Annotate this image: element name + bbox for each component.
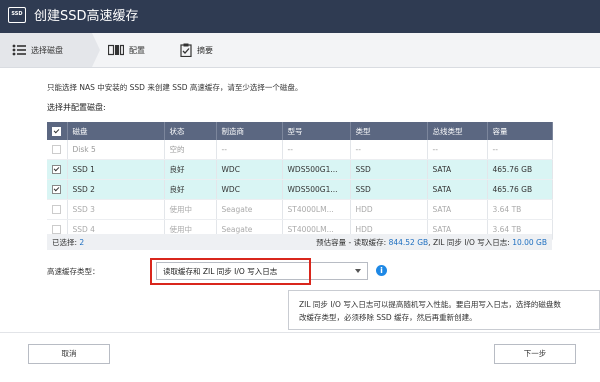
disk-vendor: WDC (216, 159, 283, 180)
step-label-select-disks: 选择磁盘 (31, 45, 63, 55)
selected-label: 已选择: (52, 238, 78, 247)
disk-model: WDS500G1... (282, 179, 351, 200)
table-header-row: 磁盘 状态 制造商 型号 类型 总线类型 容量 (47, 122, 553, 140)
disk-type: SSD (350, 179, 428, 200)
disk-name: SSD 3 (67, 199, 165, 220)
column-header-bus[interactable]: 总线类型 (427, 122, 488, 140)
disk-capacity: 465.76 GB (487, 159, 553, 180)
step-summary: 摘要 (180, 33, 213, 67)
title-bar: SSD 创建SSD高速缓存 (0, 0, 600, 33)
cancel-button[interactable]: 取消 (28, 344, 110, 364)
disk-type: HDD (350, 199, 428, 220)
disk-capacity: 3.64 TB (487, 199, 553, 220)
disk-type: -- (350, 140, 428, 160)
row-checkbox[interactable] (52, 185, 61, 195)
row-checkbox[interactable] (52, 145, 61, 155)
cache-mode-tooltip: ZIL 同步 I/O 写入日志可以提高随机写入性能。要启用写入日志，选择的磁盘数… (288, 290, 600, 330)
disk-capacity: 465.76 GB (487, 179, 553, 200)
select-all-checkbox[interactable] (52, 126, 61, 136)
selected-count-value: 2 (79, 238, 85, 247)
row-checkbox[interactable] (52, 165, 61, 175)
column-header-capacity[interactable]: 容量 (487, 122, 553, 140)
step-arrow (92, 33, 100, 67)
instruction-text: 只能选择 NAS 中安装的 SSD 来创建 SSD 高速缓存，请至少选择一个磁盘… (47, 83, 303, 92)
disk-vendor: Seagate (216, 199, 283, 220)
disk-vendor: WDC (216, 179, 283, 200)
step-label-configure: 配置 (129, 45, 145, 55)
row-checkbox (52, 205, 61, 215)
disk-status: 良好 (164, 179, 217, 200)
read-cache-value: 844.52 GB (388, 238, 429, 247)
table-row: SSD 3 使用中 Seagate ST4000LM... HDD SATA 3… (47, 199, 553, 220)
disk-bus: SATA (427, 159, 488, 180)
selection-summary-bar: 已选择: 2 预估容量 - 读取缓存: 844.52 GB, ZIL 同步 I/… (47, 234, 552, 250)
window-title: 创建SSD高速缓存 (34, 9, 139, 24)
disk-status: 良好 (164, 159, 217, 180)
next-button[interactable]: 下一步 (494, 344, 576, 364)
disk-bus: SATA (427, 179, 488, 200)
disk-status: 空的 (164, 140, 217, 160)
row-checkbox (52, 225, 61, 235)
cache-mode-label: 高速缓存类型： (47, 267, 100, 276)
selected-count: 已选择: 2 (52, 237, 84, 248)
wizard-steps: 选择磁盘 配置 摘要 (0, 33, 600, 68)
disk-model: ST4000LM... (282, 199, 351, 220)
info-icon[interactable]: i (376, 265, 387, 276)
disk-bus: SATA (427, 199, 488, 220)
column-header-vendor[interactable]: 制造商 (216, 122, 283, 140)
configure-icon (108, 44, 124, 56)
estimate-label: 预估容量 - 读取缓存: (316, 238, 387, 247)
table-row[interactable]: SSD 2 良好 WDC WDS500G1... SSD SATA 465.76… (47, 179, 553, 200)
disk-capacity: -- (487, 140, 553, 160)
disk-name: SSD 2 (67, 179, 165, 200)
section-label: 选择并配置磁盘: (47, 103, 106, 112)
ssd-icon: SSD (8, 7, 26, 23)
disk-type: SSD (350, 159, 428, 180)
column-header-type[interactable]: 类型 (350, 122, 428, 140)
capacity-estimate: 预估容量 - 读取缓存: 844.52 GB, ZIL 同步 I/O 写入日志:… (316, 237, 547, 248)
column-header-disk[interactable]: 磁盘 (67, 122, 165, 140)
summary-clipboard-icon (180, 43, 192, 57)
select-all-header[interactable] (47, 122, 68, 140)
table-row[interactable]: SSD 1 良好 WDC WDS500G1... SSD SATA 465.76… (47, 159, 553, 180)
disk-table: 磁盘 状态 制造商 型号 类型 总线类型 容量 Disk 5 空的 -- -- … (47, 122, 553, 240)
step-label-summary: 摘要 (197, 45, 213, 55)
chevron-down-icon (355, 269, 361, 273)
disk-model: -- (282, 140, 351, 160)
footer-divider (0, 332, 600, 333)
disk-vendor: -- (216, 140, 283, 160)
tooltip-line-1: ZIL 同步 I/O 写入日志可以提高随机写入性能。要启用写入日志，选择的磁盘数 (299, 300, 561, 309)
tooltip-line-2: 改缓存类型，必须移除 SSD 缓存，然后再重新创建。 (299, 313, 477, 322)
highlight-annotation (150, 258, 311, 285)
disk-status: 使用中 (164, 199, 217, 220)
disk-name: SSD 1 (67, 159, 165, 180)
disk-model: WDS500G1... (282, 159, 351, 180)
disk-bus: -- (427, 140, 488, 160)
zil-label: ZIL 同步 I/O 写入日志: (432, 238, 510, 247)
table-row[interactable]: Disk 5 空的 -- -- -- -- -- (47, 140, 553, 160)
step-configure: 配置 (108, 33, 145, 67)
column-header-model[interactable]: 型号 (282, 122, 351, 140)
disk-name: Disk 5 (67, 140, 165, 160)
zil-value: 10.00 GB (512, 238, 547, 247)
disk-list-icon (12, 44, 26, 56)
step-select-disks: 选择磁盘 (0, 33, 92, 67)
column-header-status[interactable]: 状态 (164, 122, 217, 140)
